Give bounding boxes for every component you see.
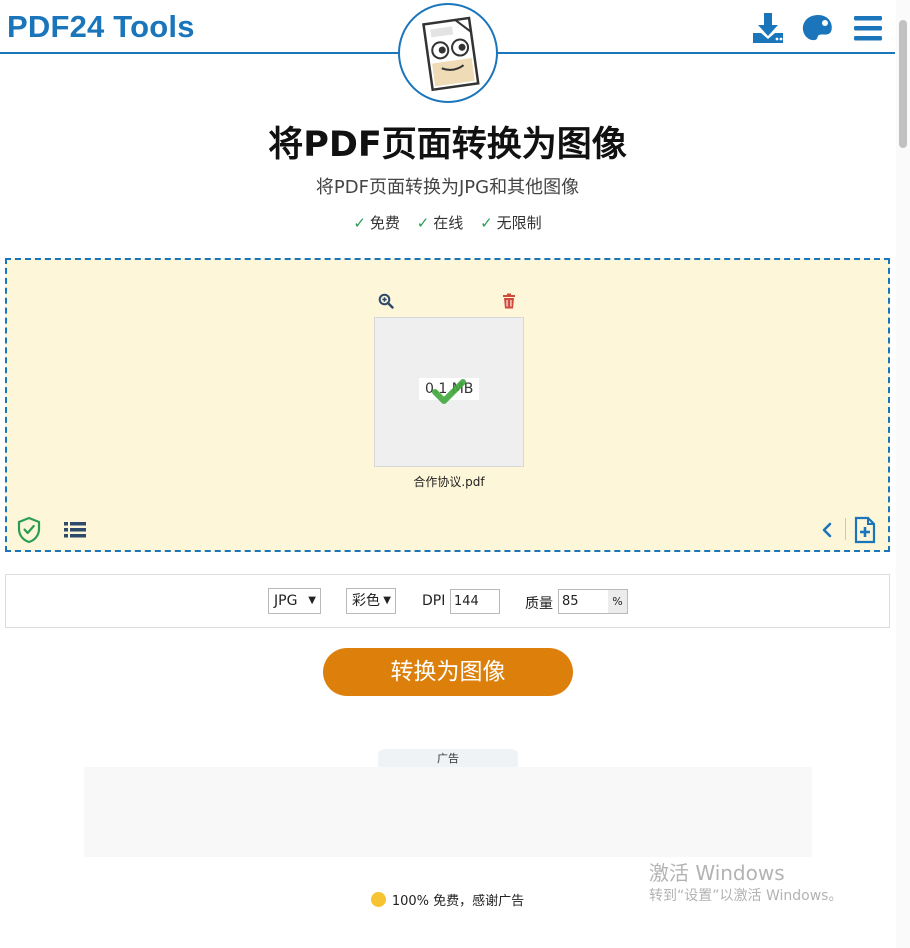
quality-label: 质量 — [525, 596, 553, 612]
palette-icon[interactable] — [801, 11, 835, 45]
check-icon: ✓ — [353, 214, 366, 232]
page-title: 将PDF页面转换为图像 — [268, 125, 627, 165]
ad-label: 广告 — [378, 749, 518, 767]
chevron-down-icon: ▼ — [308, 595, 316, 606]
check-icon: ✓ — [416, 214, 430, 232]
add-file-icon[interactable] — [853, 516, 877, 544]
feature-label: 免费 — [369, 214, 400, 232]
check-icon: ✓ — [480, 214, 493, 232]
chevron-left-icon[interactable] — [820, 522, 834, 538]
quality-input[interactable]: 85 — [558, 589, 609, 614]
conversion-options: JPG ▼ 彩色 ▼ DPI 144 质量 85 % — [5, 574, 890, 628]
scrollbar[interactable] — [896, 0, 910, 948]
download-icon[interactable] — [751, 11, 785, 45]
smile-emoji-icon — [370, 892, 386, 907]
format-select[interactable]: JPG ▼ — [268, 588, 321, 614]
color-select[interactable]: 彩色 ▼ — [346, 588, 396, 614]
windows-activation-title: 激活 Windows — [649, 861, 785, 885]
checkmark-icon — [431, 376, 467, 406]
list-icon[interactable] — [63, 520, 87, 540]
divider — [845, 518, 846, 540]
chevron-down-icon: ▼ — [383, 595, 391, 606]
zoom-in-icon[interactable] — [378, 293, 394, 309]
tool-mascot-icon — [398, 3, 498, 103]
convert-button[interactable]: 转换为图像 — [323, 648, 573, 696]
feature-label: 无限制 — [496, 214, 542, 232]
feature-item: ✓ 无限制 — [480, 212, 542, 233]
site-logo[interactable]: PDF24 Tools — [7, 9, 195, 45]
file-dropzone[interactable]: 0.1 MB 合作协议.pdf — [5, 258, 890, 552]
dpi-label: DPI — [422, 593, 446, 609]
dpi-input[interactable]: 144 — [450, 589, 500, 614]
ad-slot — [84, 767, 812, 857]
page-subtitle: 将PDF页面转换为JPG和其他图像 — [315, 177, 580, 198]
file-thumbnail[interactable]: 0.1 MB — [374, 317, 524, 467]
windows-activation-subtitle: 转到“设置”以激活 Windows。 — [649, 888, 843, 904]
feature-item: ✓ 免费 — [353, 212, 400, 233]
quality-unit: % — [608, 589, 628, 614]
page: PDF24 Tools 将PDF页面转换为图像 将PDF页面转换为JPG和其他图… — [0, 0, 910, 948]
trash-icon[interactable] — [502, 293, 516, 309]
feature-label: 在线 — [433, 214, 464, 232]
feature-item: ✓ 在线 — [417, 212, 464, 233]
menu-icon[interactable] — [851, 11, 885, 45]
ad-thanks-text: 100% 免费，感谢广告 — [391, 894, 525, 909]
feature-list: ✓ 免费 ✓ 在线 ✓ 无限制 — [0, 212, 895, 233]
shield-check-icon[interactable] — [16, 516, 42, 544]
file-name: 合作协议.pdf — [413, 475, 485, 489]
scrollbar-thumb[interactable] — [899, 20, 907, 148]
format-select-value: JPG — [274, 593, 298, 609]
color-select-value: 彩色 — [352, 593, 380, 609]
